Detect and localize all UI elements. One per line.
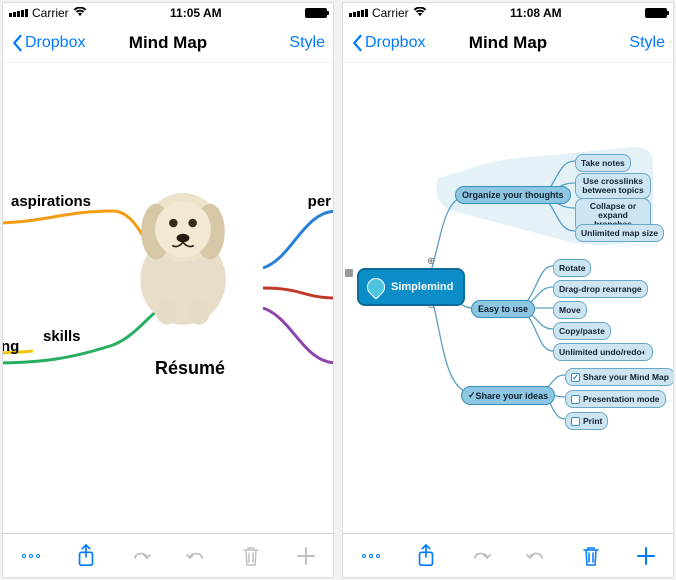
plus-icon [635, 545, 657, 567]
svg-text:⊕: ⊕ [427, 256, 435, 267]
plus-icon [295, 545, 317, 567]
more-button[interactable] [15, 540, 47, 572]
app-logo-icon [363, 274, 388, 299]
undo-icon [130, 548, 152, 564]
toolbar [3, 533, 333, 577]
status-time: 11:08 AM [510, 6, 562, 20]
more-button[interactable] [355, 540, 387, 572]
node-leaf[interactable]: Print [565, 412, 608, 430]
checkbox-icon [571, 417, 580, 426]
redo-button[interactable] [180, 540, 212, 572]
node-branch-organize[interactable]: Organize your thoughts [455, 186, 571, 204]
carrier-label: Carrier [32, 6, 69, 20]
more-icon [22, 554, 40, 558]
share-icon [416, 544, 436, 568]
node-ng-partial[interactable]: ng [3, 338, 19, 355]
battery-icon [305, 8, 327, 18]
trash-icon [582, 545, 600, 567]
node-root-label: Simplemind [391, 281, 453, 293]
center-image[interactable] [118, 178, 248, 328]
toolbar [343, 533, 673, 577]
node-leaf[interactable]: Unlimited map size [575, 224, 664, 242]
phone-right: Carrier 11:08 AM Dropbox Mind Map Style [342, 2, 674, 578]
back-button[interactable]: Dropbox [11, 34, 85, 52]
node-aspirations[interactable]: aspirations [11, 193, 91, 210]
signal-bars-icon [349, 9, 368, 17]
redo-badge-icon: ◐ [642, 347, 647, 357]
share-button[interactable] [70, 540, 102, 572]
node-skills[interactable]: skills [43, 328, 81, 345]
style-button[interactable]: Style [289, 34, 325, 52]
mindmap-canvas[interactable]: aspirations skills ng per Résumé [3, 63, 333, 533]
undo-button[interactable] [465, 540, 497, 572]
share-icon [76, 544, 96, 568]
wifi-icon [413, 6, 427, 20]
node-leaf[interactable]: Rotate [553, 259, 591, 277]
undo-icon [470, 548, 492, 564]
redo-icon [525, 548, 547, 564]
checkbox-icon: ✓ [468, 390, 476, 401]
node-branch-share[interactable]: ✓ Share your ideas [461, 386, 555, 405]
add-button[interactable] [290, 540, 322, 572]
chevron-left-icon [351, 34, 363, 52]
redo-button[interactable] [520, 540, 552, 572]
node-leaf[interactable]: Presentation mode [565, 390, 666, 408]
redo-icon [185, 548, 207, 564]
node-leaf[interactable]: ✓Share your Mind Map [565, 368, 673, 386]
node-per-partial[interactable]: per [308, 193, 331, 210]
node-leaf[interactable]: Use crosslinks between topics [575, 173, 651, 199]
status-time: 11:05 AM [170, 6, 222, 20]
undo-button[interactable] [125, 540, 157, 572]
status-bar: Carrier 11:05 AM [3, 3, 333, 23]
node-branch-easy[interactable]: Easy to use [471, 300, 535, 318]
back-button[interactable]: Dropbox [351, 34, 425, 52]
chevron-left-icon [11, 34, 23, 52]
node-root[interactable]: Simplemind [357, 268, 465, 306]
node-leaf[interactable]: Drag-drop rearrange [553, 280, 648, 298]
signal-bars-icon [9, 9, 28, 17]
carrier-label: Carrier [372, 6, 409, 20]
node-leaf[interactable]: Take notes [575, 154, 631, 172]
mindmap-canvas[interactable]: ⊕ ⊖ Simplemind Organize your thoughts Ea… [343, 63, 673, 533]
node-leaf[interactable]: Copy/paste [553, 322, 611, 340]
back-label: Dropbox [365, 34, 425, 52]
status-bar: Carrier 11:08 AM [343, 3, 673, 23]
checkbox-icon: ✓ [571, 373, 580, 382]
add-button[interactable] [630, 540, 662, 572]
trash-icon [242, 545, 260, 567]
more-icon [362, 554, 380, 558]
nav-bar: Dropbox Mind Map Style [343, 23, 673, 63]
phone-left: Carrier 11:05 AM Dropbox Mind Map Style … [2, 2, 334, 578]
node-leaf[interactable]: Unlimited undo/redo ◐ [553, 343, 653, 361]
checkbox-icon [571, 395, 580, 404]
style-button[interactable]: Style [629, 34, 665, 52]
center-label[interactable]: Résumé [155, 358, 225, 379]
wifi-icon [73, 6, 87, 20]
node-leaf[interactable]: Move [553, 301, 587, 319]
back-label: Dropbox [25, 34, 85, 52]
delete-button[interactable] [575, 540, 607, 572]
nav-bar: Dropbox Mind Map Style [3, 23, 333, 63]
share-button[interactable] [410, 540, 442, 572]
battery-icon [645, 8, 667, 18]
delete-button[interactable] [235, 540, 267, 572]
